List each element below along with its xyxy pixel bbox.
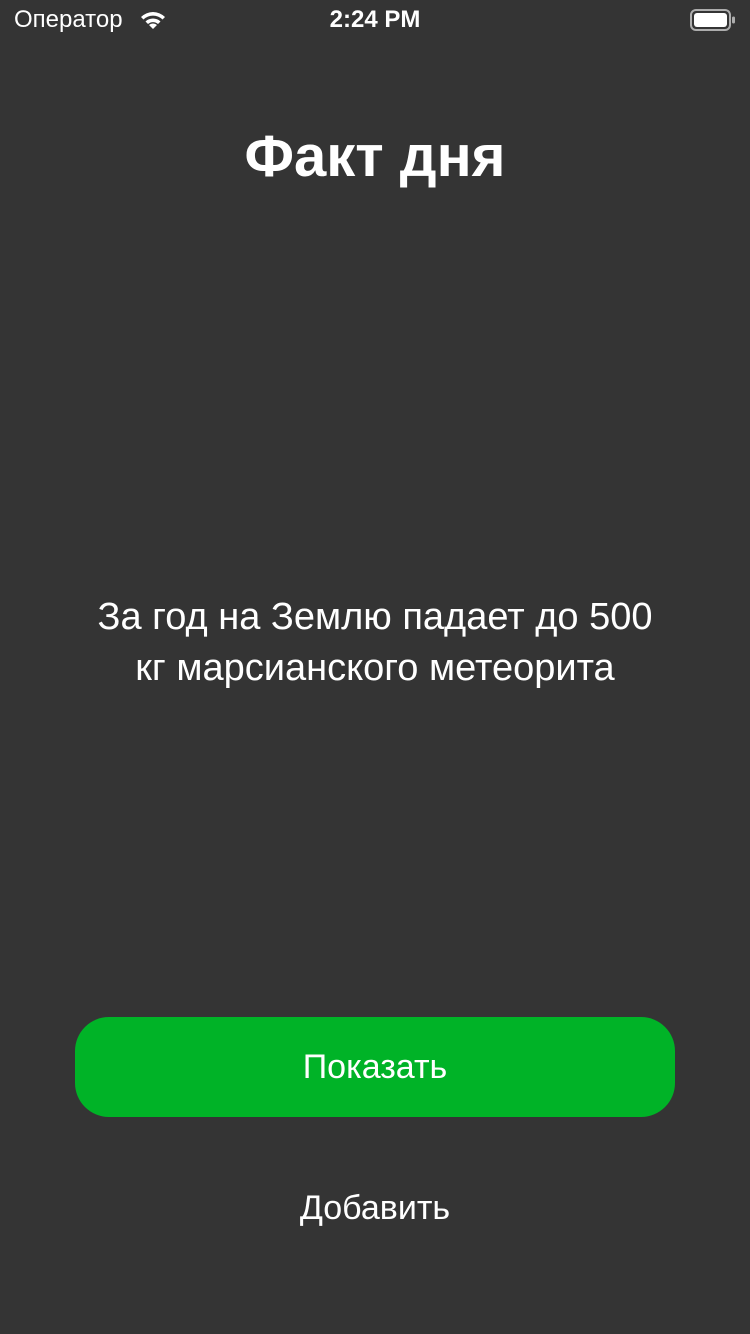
show-button[interactable]: Показать (75, 1017, 675, 1117)
status-time: 2:24 PM (329, 6, 421, 33)
fact-text: За год на Землю падает до 500 кг марсиан… (97, 596, 653, 689)
page-title: Факт дня (244, 124, 506, 189)
battery-icon (690, 8, 736, 32)
add-button[interactable]: Добавить (225, 1180, 525, 1236)
status-bar: Оператор 2:24 PM (0, 0, 750, 40)
